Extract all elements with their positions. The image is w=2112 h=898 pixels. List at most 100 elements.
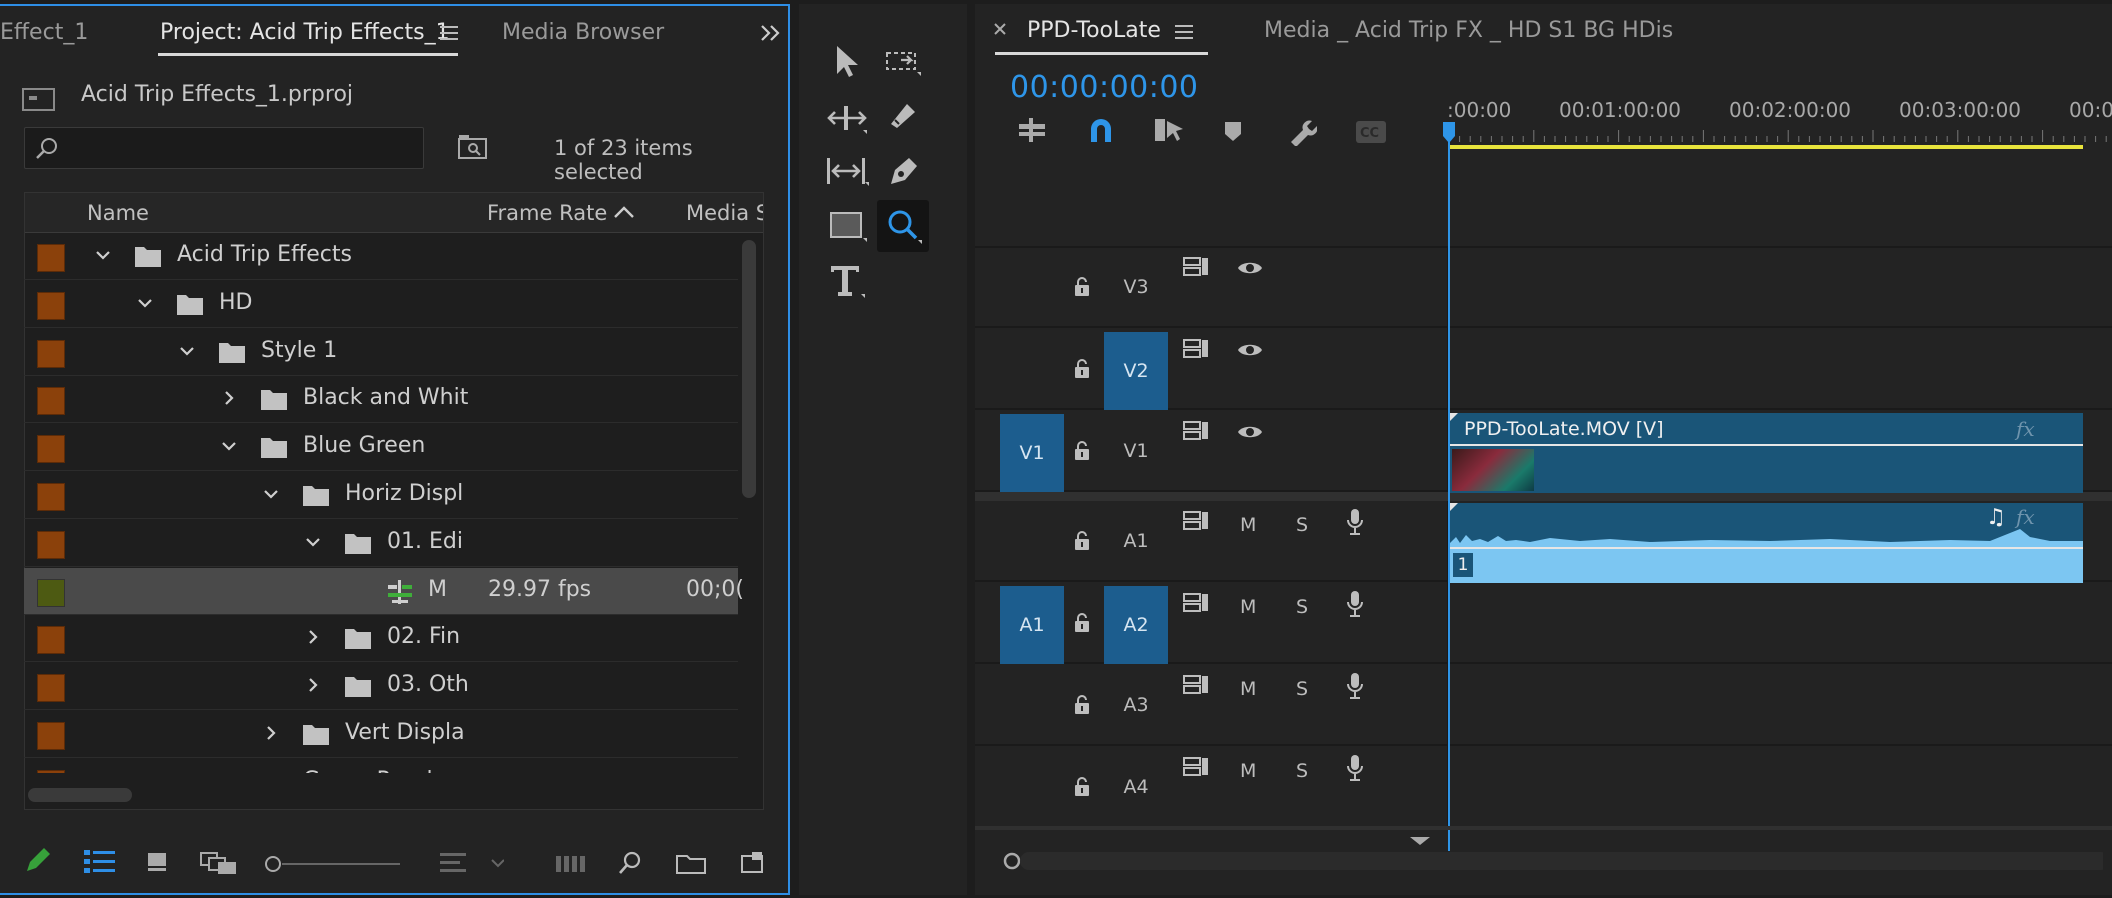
slip-tool-icon[interactable] [825, 154, 869, 188]
folder-row[interactable]: 03. Oth [24, 663, 738, 711]
lock-icon[interactable] [1073, 440, 1091, 462]
eye-icon[interactable] [1236, 258, 1264, 278]
voiceover-mic-icon[interactable] [1345, 672, 1365, 700]
lock-icon[interactable] [1073, 612, 1091, 634]
chevron-down-icon[interactable] [178, 342, 196, 360]
folder-row[interactable]: Horiz Displ [24, 472, 738, 519]
solo-button[interactable]: S [1296, 678, 1308, 700]
playhead-timecode[interactable]: 00:00:00:00 [1010, 70, 1199, 105]
razor-tool-icon[interactable] [885, 100, 919, 134]
label-color-swatch[interactable] [37, 483, 65, 511]
label-color-swatch[interactable] [37, 674, 65, 703]
horizontal-scrollbar[interactable] [28, 788, 132, 802]
track-name[interactable]: A2 [1104, 586, 1168, 664]
chevron-right-icon[interactable] [304, 628, 322, 646]
snap-magnet-icon[interactable] [1087, 116, 1115, 144]
tab-project[interactable]: Project: Acid Trip Effects_1 [160, 20, 450, 45]
new-item-icon[interactable] [740, 851, 764, 873]
chevron-right-icon[interactable] [220, 389, 238, 407]
pencil-icon[interactable] [24, 846, 52, 874]
tab-media-browser[interactable]: Media Browser [502, 20, 664, 45]
time-ruler[interactable]: :00:00 00:01:00:00 00:02:00:00 00:03:00:00 0… [1447, 96, 2112, 152]
captions-icon[interactable]: CC [1355, 120, 1387, 144]
track-resize-icon[interactable] [1409, 836, 1431, 848]
track-select-tool-icon[interactable] [885, 50, 923, 80]
search-input[interactable] [24, 127, 424, 169]
column-name[interactable]: Name [87, 201, 149, 225]
zoom-tool-button[interactable] [877, 200, 929, 252]
chevron-down-icon[interactable] [136, 294, 154, 312]
ripple-edit-tool-icon[interactable] [827, 100, 869, 136]
folder-row[interactable]: 02. Fin [24, 615, 738, 663]
list-view-icon[interactable] [84, 849, 116, 873]
solo-button[interactable]: S [1296, 596, 1308, 618]
track-name[interactable]: A1 [1104, 530, 1168, 552]
folder-row[interactable]: Acid Trip Effects [24, 233, 738, 280]
folder-row[interactable]: Green Purple [24, 759, 738, 773]
folder-row[interactable]: 01. Edi [24, 520, 738, 567]
column-media-start[interactable]: Media S [686, 201, 763, 225]
folder-row[interactable]: HD [24, 281, 738, 328]
chevron-down-icon[interactable] [220, 437, 238, 455]
label-color-swatch[interactable] [37, 530, 65, 559]
source-patch[interactable]: A1 [1000, 586, 1064, 664]
lock-icon[interactable] [1073, 276, 1091, 298]
close-tab-icon[interactable] [993, 22, 1007, 36]
nest-sequence-icon[interactable] [1017, 116, 1047, 144]
sync-lock-icon[interactable] [1182, 592, 1210, 614]
rectangle-tool-icon[interactable] [829, 210, 869, 244]
chevron-right-icon[interactable] [304, 676, 322, 694]
label-color-swatch[interactable] [37, 578, 65, 607]
tab-sequence[interactable]: PPD-TooLate [1027, 18, 1161, 43]
work-area-bar[interactable] [1450, 145, 2083, 149]
label-color-swatch[interactable] [37, 339, 65, 368]
chevron-right-icon[interactable] [262, 724, 280, 742]
type-tool-icon[interactable] [829, 262, 869, 300]
chevron-down-icon[interactable] [262, 485, 280, 503]
track-name[interactable]: V1 [1104, 440, 1168, 462]
solo-button[interactable]: S [1296, 514, 1308, 536]
chevron-down-icon[interactable] [94, 246, 112, 264]
freeform-view-icon[interactable] [200, 851, 238, 875]
chevron-right-icon[interactable] [220, 772, 238, 773]
new-bin-icon[interactable] [676, 852, 706, 874]
folder-row[interactable]: Blue Green [24, 424, 738, 472]
tab-media-sequence[interactable]: Media _ Acid Trip FX _ HD S1 BG HDis [1264, 18, 1673, 43]
selection-tool-icon[interactable] [833, 44, 863, 78]
sync-lock-icon[interactable] [1182, 756, 1210, 778]
mute-button[interactable]: M [1240, 760, 1256, 782]
tab-effect[interactable]: Effect_1 [0, 20, 88, 45]
icon-view-icon[interactable] [146, 851, 168, 873]
folder-row[interactable]: Vert Displa [24, 711, 738, 758]
label-color-swatch[interactable] [37, 722, 65, 750]
lock-icon[interactable] [1073, 694, 1091, 716]
mute-button[interactable]: M [1240, 514, 1256, 536]
find-icon[interactable] [617, 850, 643, 876]
mute-button[interactable]: M [1240, 678, 1256, 700]
lock-icon[interactable] [1073, 358, 1091, 380]
folder-row[interactable]: Style 1 [24, 329, 738, 376]
automate-to-sequence-icon[interactable] [556, 854, 586, 874]
track-name[interactable]: A4 [1104, 776, 1168, 798]
voiceover-mic-icon[interactable] [1345, 754, 1365, 782]
panel-menu-icon[interactable] [440, 25, 458, 41]
timeline-zoom-handle[interactable] [1003, 850, 2103, 872]
track-name[interactable]: V3 [1104, 276, 1168, 298]
eye-icon[interactable] [1236, 422, 1264, 442]
label-color-swatch[interactable] [37, 435, 65, 464]
linked-selection-icon[interactable] [1153, 116, 1185, 144]
sort-ascending-icon[interactable] [613, 205, 635, 219]
audio-clip[interactable]: 1 ♫ fx [1450, 503, 2083, 583]
label-color-swatch[interactable] [37, 387, 65, 416]
wrench-icon[interactable] [1287, 116, 1317, 146]
label-color-swatch[interactable] [37, 291, 65, 320]
chevron-down-icon[interactable] [304, 533, 322, 551]
find-bin-icon[interactable] [458, 134, 488, 160]
track-name[interactable]: A3 [1104, 694, 1168, 716]
pen-tool-icon[interactable] [887, 154, 921, 188]
playhead-line[interactable] [1448, 122, 1450, 851]
timeline-menu-icon[interactable] [1175, 24, 1193, 40]
add-marker-icon[interactable] [1223, 120, 1243, 142]
eye-icon[interactable] [1236, 340, 1264, 360]
vertical-scrollbar[interactable] [742, 240, 756, 498]
